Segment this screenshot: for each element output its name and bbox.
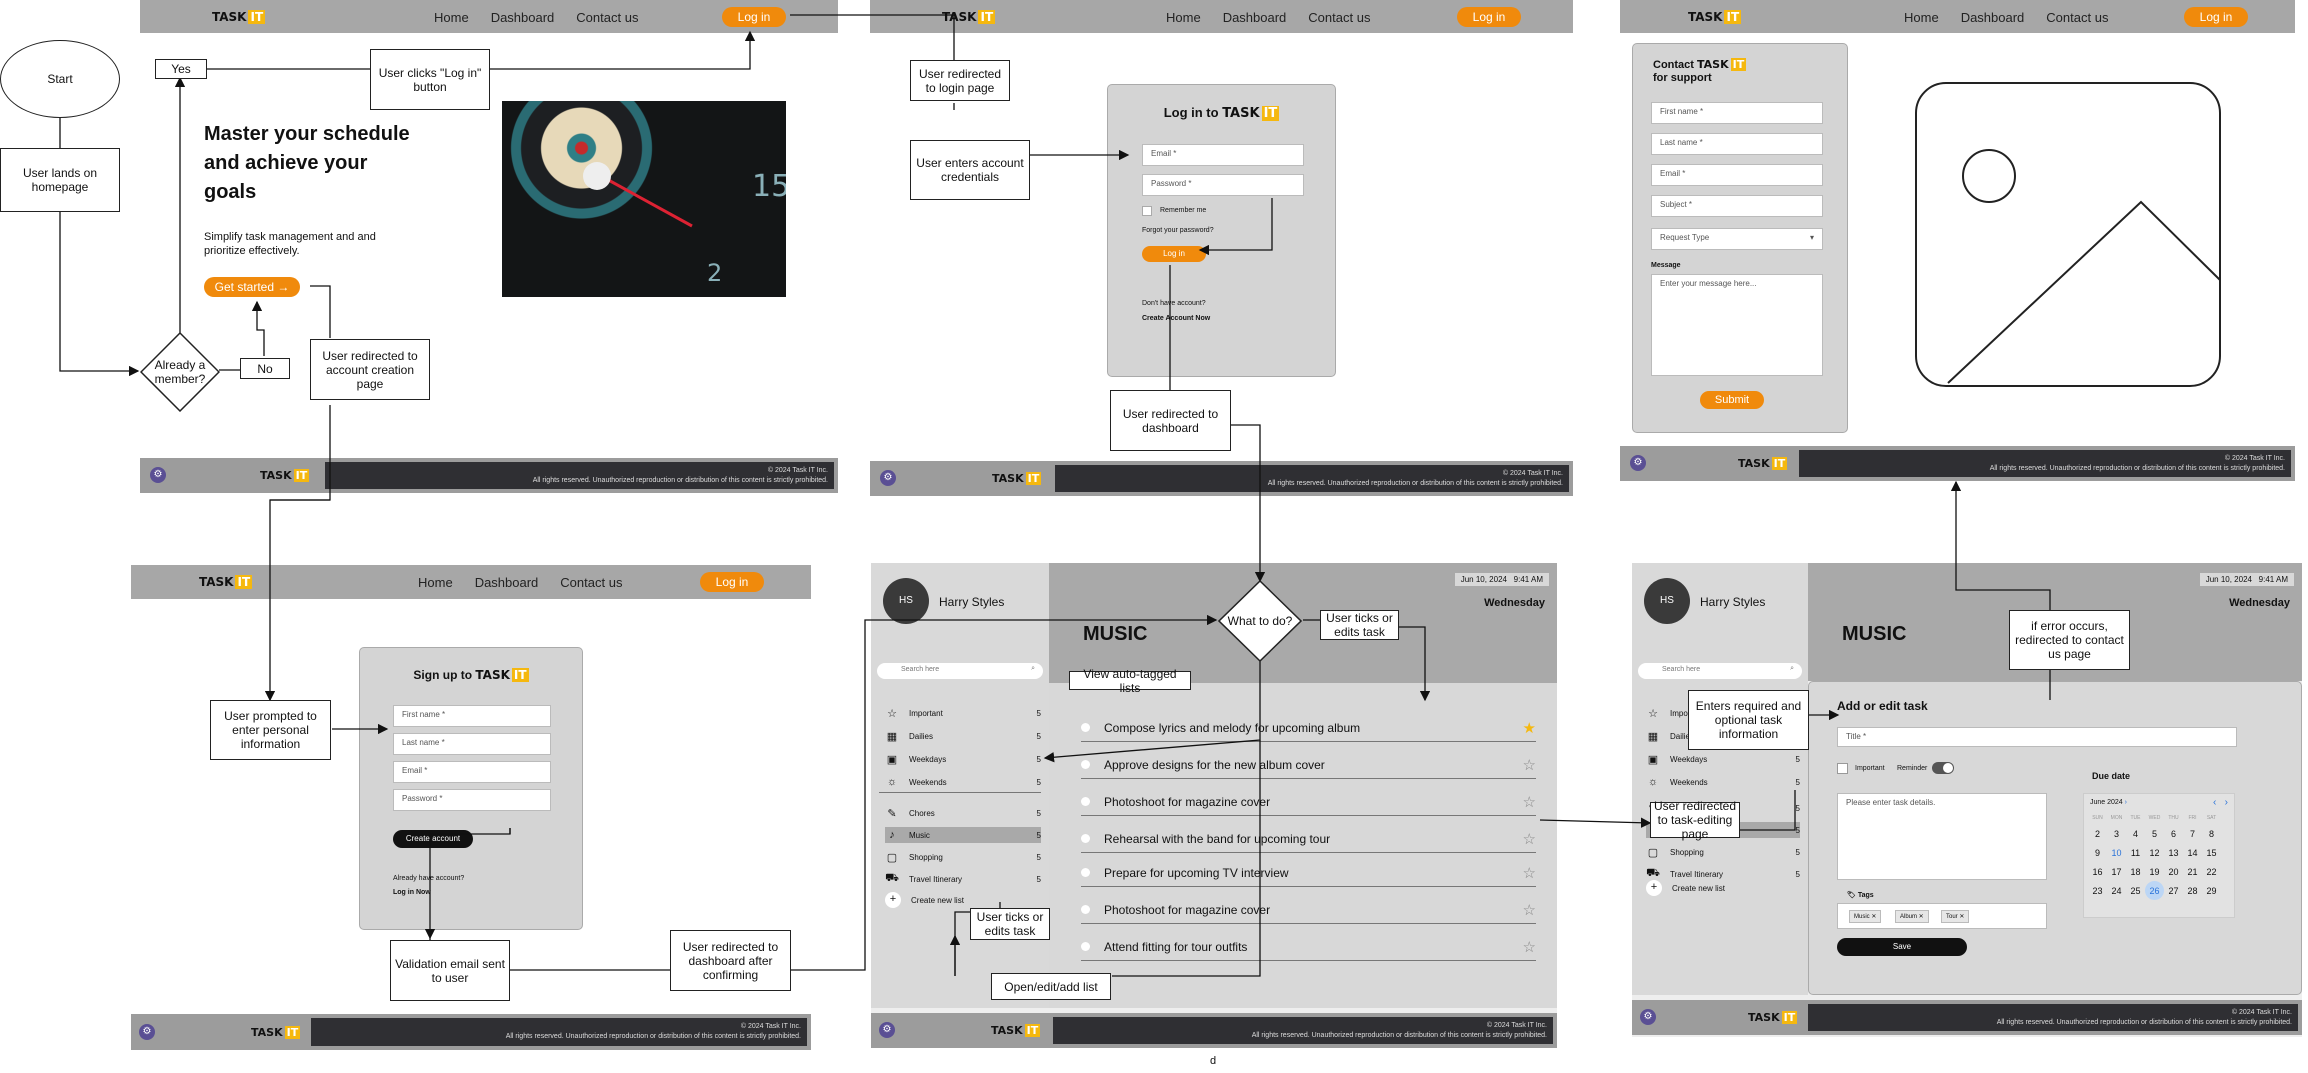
flow-connectors [59, 14, 2051, 977]
flow-ticks-edits-2: User ticks or edits task [970, 908, 1050, 940]
flow-after-confirm: User redirected to dashboard after confi… [670, 930, 791, 991]
what-to-do-decision: What to do? [1218, 580, 1302, 662]
start-node: Start [0, 40, 120, 118]
flow-ticks-edits: User ticks or edits task [1320, 610, 1399, 640]
flow-prompted-info: User prompted to enter personal informat… [210, 700, 331, 760]
flow-lands-homepage: User lands on homepage [0, 148, 120, 212]
flow-to-login: User redirected to login page [910, 60, 1010, 101]
flow-to-signup: User redirected to account creation page [310, 339, 430, 400]
flow-enters-credentials: User enters account credentials [910, 140, 1030, 200]
caption: d [1210, 1055, 1217, 1067]
flow-error-contact: if error occurs, redirected to contact u… [2009, 610, 2130, 670]
flow-validation-email: Validation email sent to user [390, 940, 510, 1001]
flow-no: No [240, 358, 290, 379]
flow-yes: Yes [155, 59, 207, 79]
flow-to-dashboard: User redirected to dashboard [1110, 390, 1231, 451]
flow-view-auto-tagged: View auto-tagged lists [1069, 667, 1191, 695]
flow-enters-task-info: Enters required and optional task inform… [1688, 690, 1809, 750]
member-decision: Already a member? [140, 332, 220, 412]
flow-clicks-login: User clicks "Log in" button [370, 49, 490, 110]
flow-to-task-editing: User redirected to task-editing page [1650, 799, 1740, 841]
flow-open-edit-add-list: Open/edit/add list [991, 973, 1111, 1000]
